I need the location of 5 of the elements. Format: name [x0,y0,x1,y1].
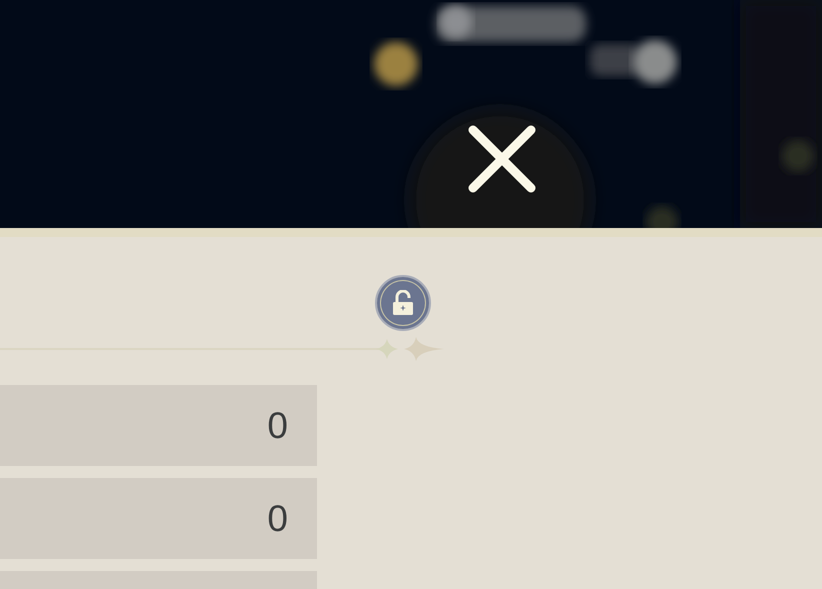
lock-icon [391,290,415,316]
stat-value: 0 [267,498,288,540]
stat-value: 0 [267,404,288,446]
close-button[interactable] [467,124,537,194]
close-icon [467,124,537,194]
